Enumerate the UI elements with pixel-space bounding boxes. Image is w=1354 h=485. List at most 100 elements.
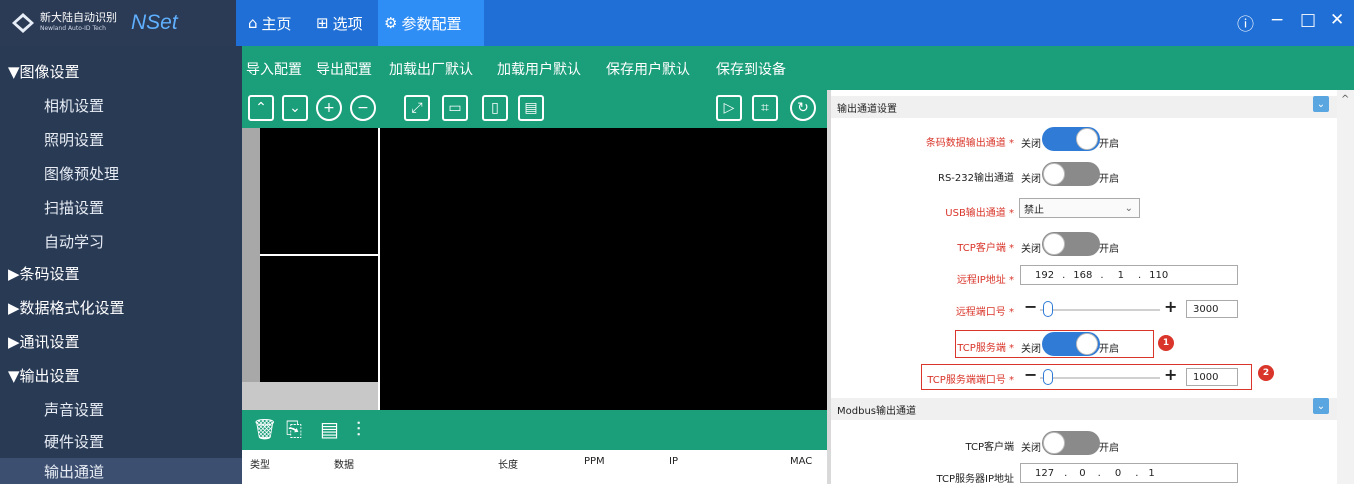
collapse-modbus-icon[interactable]: ⌄ xyxy=(1313,398,1329,414)
sidebar-item-autolearn[interactable]: 自动学习 xyxy=(0,224,242,258)
zoom-out-icon[interactable]: − xyxy=(350,95,376,121)
tcp-server-toggle[interactable] xyxy=(1042,332,1100,356)
tab-home[interactable]: ⌂ 主页 xyxy=(242,0,298,46)
scroll-up-icon[interactable]: ^ xyxy=(1341,94,1349,105)
ip-dot: . xyxy=(1135,467,1139,479)
remote-port-value: 3000 xyxy=(1193,303,1219,315)
sidebar-cat-image[interactable]: ▼图像设置 xyxy=(0,54,242,88)
filter-settings-icon[interactable]: ⫶ xyxy=(356,417,361,441)
callout-badge-1: 1 xyxy=(1158,335,1174,351)
modbus-server-ip-label: TCP服务器IP地址 xyxy=(936,474,1014,485)
thumbnail-1[interactable] xyxy=(260,128,378,254)
fit-screen-icon[interactable]: ⤢ xyxy=(404,95,430,121)
tab-options[interactable]: ⊞ 选项 xyxy=(310,0,369,46)
usb-label: USB输出通道 * xyxy=(945,208,1014,219)
modbus-tcp-client-label: TCP客户端 xyxy=(965,442,1014,453)
tcp-server-port-minus-button[interactable]: − xyxy=(1024,365,1037,384)
home-icon: ⌂ xyxy=(248,14,258,32)
thumbnail-2[interactable] xyxy=(260,256,378,382)
barcode-output-on: 开启 xyxy=(1099,139,1119,150)
remote-ip-octet-1: 192 xyxy=(1035,269,1055,281)
server-ip-octet-3: 0 xyxy=(1114,467,1122,479)
collapse-up-icon[interactable]: ⌃ xyxy=(248,95,274,121)
collapse-output-icon[interactable]: ⌄ xyxy=(1313,96,1329,112)
sidebar-cat-barcode[interactable]: ▶条码设置 xyxy=(0,256,242,290)
output-section-header: 输出通道设置 xyxy=(831,96,1337,118)
newland-logo-icon xyxy=(12,13,34,33)
grid-icon: ⊞ xyxy=(316,14,329,32)
ip-dot: . xyxy=(1100,269,1104,281)
sidebar-item-lighting[interactable]: 照明设置 xyxy=(0,122,242,156)
usb-select[interactable]: 禁止 ⌄ xyxy=(1019,198,1140,218)
sidebar-cat-output[interactable]: ▼输出设置 xyxy=(0,358,242,392)
sidebar-item-scan[interactable]: 扫描设置 xyxy=(0,190,242,224)
remote-ip-octet-2: 168 xyxy=(1073,269,1093,281)
tcp-client-toggle[interactable] xyxy=(1042,232,1100,256)
tcp-server-on: 开启 xyxy=(1099,344,1119,355)
image-icon[interactable]: ▭ xyxy=(442,95,468,121)
sidebar-item-hardware[interactable]: 硬件设置 xyxy=(0,424,242,458)
remote-port-input[interactable]: 3000 xyxy=(1186,300,1238,318)
product-name: NSet xyxy=(131,11,178,34)
modbus-server-ip-input[interactable]: 127. 0. 0. 1 xyxy=(1020,463,1238,483)
collapse-down-icon[interactable]: ⌄ xyxy=(282,95,308,121)
minimize-button[interactable]: − xyxy=(1270,10,1284,30)
import-config-button[interactable]: 导入配置 xyxy=(246,59,302,79)
tcp-client-off: 关闭 xyxy=(1021,244,1041,255)
copy-icon[interactable]: ⎘ xyxy=(286,417,302,441)
col-data: 数据 xyxy=(334,460,354,471)
info-button[interactable]: ⓘ xyxy=(1237,10,1254,35)
sidebar-item-camera[interactable]: 相机设置 xyxy=(0,88,242,122)
main-image-view[interactable] xyxy=(380,128,827,410)
tcp-server-port-plus-button[interactable]: + xyxy=(1164,365,1177,384)
brand-en: Newland Auto-ID Tech xyxy=(40,25,106,32)
remote-ip-octet-3: 1 xyxy=(1117,269,1124,281)
save-icon[interactable]: ▯ xyxy=(482,95,508,121)
export-config-button[interactable]: 导出配置 xyxy=(316,59,372,79)
barcode-output-label: 条码数据输出通道 * xyxy=(925,138,1014,149)
tab-config[interactable]: ⚙ 参数配置 xyxy=(378,0,484,46)
play-icon[interactable]: ▷ xyxy=(716,95,742,121)
remote-port-slider[interactable] xyxy=(1040,309,1160,311)
rs232-toggle[interactable] xyxy=(1042,162,1100,186)
tcp-server-port-input[interactable]: 1000 xyxy=(1186,368,1238,386)
zoom-in-icon[interactable]: + xyxy=(316,95,342,121)
tcp-client-on: 开启 xyxy=(1099,244,1119,255)
crop-icon[interactable]: ⌗ xyxy=(752,95,778,121)
tcp-server-label: TCP服务端 * xyxy=(957,343,1014,354)
maximize-button[interactable]: □ xyxy=(1300,10,1316,30)
clipboard-icon[interactable]: ▤ xyxy=(320,417,339,441)
remote-ip-label: 远程IP地址 * xyxy=(956,275,1014,286)
rs232-on: 开启 xyxy=(1099,174,1119,185)
save-to-device-button[interactable]: 保存到设备 xyxy=(716,59,786,79)
save-user-default-button[interactable]: 保存用户默认 xyxy=(606,59,690,79)
sidebar-item-sound[interactable]: 声音设置 xyxy=(0,392,242,426)
sidebar-item-preprocess[interactable]: 图像预处理 xyxy=(0,156,242,190)
barcode-output-toggle[interactable] xyxy=(1042,127,1100,151)
result-table-header xyxy=(242,450,827,484)
save-as-icon[interactable]: ▤ xyxy=(518,95,544,121)
thumbnail-strip xyxy=(242,128,260,382)
sidebar-cat-format[interactable]: ▶数据格式化设置 xyxy=(0,290,242,324)
tcp-server-port-slider[interactable] xyxy=(1040,377,1160,379)
close-button[interactable]: ✕ xyxy=(1330,10,1344,30)
callout-badge-2: 2 xyxy=(1258,365,1274,381)
tcp-server-port-slider-handle[interactable] xyxy=(1043,369,1053,385)
remote-ip-input[interactable]: 192. 168. 1. 110 xyxy=(1020,265,1238,285)
col-ip: IP xyxy=(669,456,678,467)
refresh-icon[interactable]: ↻ xyxy=(790,95,816,121)
gear-icon: ⚙ xyxy=(384,14,398,32)
col-type: 类型 xyxy=(250,460,270,471)
modbus-tcp-client-toggle[interactable] xyxy=(1042,431,1100,455)
trash-icon[interactable]: 🗑 xyxy=(252,417,277,441)
server-ip-octet-2: 0 xyxy=(1079,467,1086,479)
remote-port-label: 远程端口号 * xyxy=(955,307,1014,318)
remote-port-plus-button[interactable]: + xyxy=(1164,297,1177,316)
load-user-default-button[interactable]: 加载用户默认 xyxy=(497,59,581,79)
sidebar-cat-comm[interactable]: ▶通讯设置 xyxy=(0,324,242,358)
load-factory-default-button[interactable]: 加载出厂默认 xyxy=(389,59,473,79)
remote-port-slider-handle[interactable] xyxy=(1043,301,1053,317)
remote-port-minus-button[interactable]: − xyxy=(1024,297,1037,316)
vertical-scrollbar[interactable] xyxy=(1337,90,1354,484)
sidebar-item-output-channel[interactable]: 输出通道 xyxy=(0,458,242,484)
